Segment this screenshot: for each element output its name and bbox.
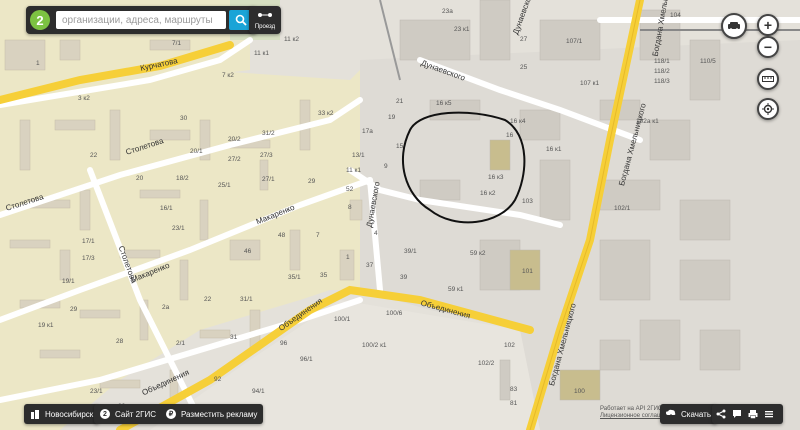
- crosshair-icon: [762, 103, 774, 115]
- ruler-button[interactable]: [757, 68, 779, 90]
- print-icon[interactable]: [748, 409, 758, 419]
- site-label: Сайт 2ГИС: [115, 409, 156, 419]
- cloud-download-icon: [666, 409, 676, 419]
- geolocation-button[interactable]: [757, 98, 779, 120]
- map-canvas[interactable]: [0, 0, 800, 430]
- 2gis-icon: 2: [100, 409, 110, 419]
- car-icon: [728, 22, 740, 31]
- search-icon: [235, 14, 247, 26]
- search-bar: 2: [26, 6, 257, 34]
- route-label: Проезд: [254, 24, 276, 30]
- ruler-icon: [762, 76, 774, 82]
- ad-label: Разместить рекламу: [180, 409, 258, 419]
- zoom-out-button[interactable]: −: [757, 36, 779, 58]
- city-icon: [30, 409, 40, 419]
- menu-icon[interactable]: [764, 409, 774, 419]
- search-input[interactable]: [56, 11, 226, 29]
- download-button[interactable]: Скачать: [660, 404, 717, 424]
- ad-icon: ₽: [165, 409, 176, 419]
- share-icon[interactable]: [716, 409, 726, 419]
- minus-icon: −: [763, 39, 773, 55]
- route-button[interactable]: Проезд: [249, 6, 281, 34]
- traffic-button[interactable]: [721, 13, 747, 39]
- zoom-in-button[interactable]: +: [757, 14, 779, 36]
- route-icon: [258, 13, 272, 17]
- plus-icon: +: [763, 17, 773, 33]
- city-label: Новосибирск: [45, 409, 94, 419]
- site-2gis-button[interactable]: 2 Сайт 2ГИС ₽ Разместить рекламу: [94, 404, 264, 424]
- city-button[interactable]: Новосибирск: [24, 404, 100, 424]
- download-label: Скачать: [681, 409, 711, 419]
- comment-icon[interactable]: [732, 409, 742, 419]
- 2gis-logo-icon[interactable]: 2: [30, 10, 50, 30]
- share-toolbar: [712, 404, 783, 424]
